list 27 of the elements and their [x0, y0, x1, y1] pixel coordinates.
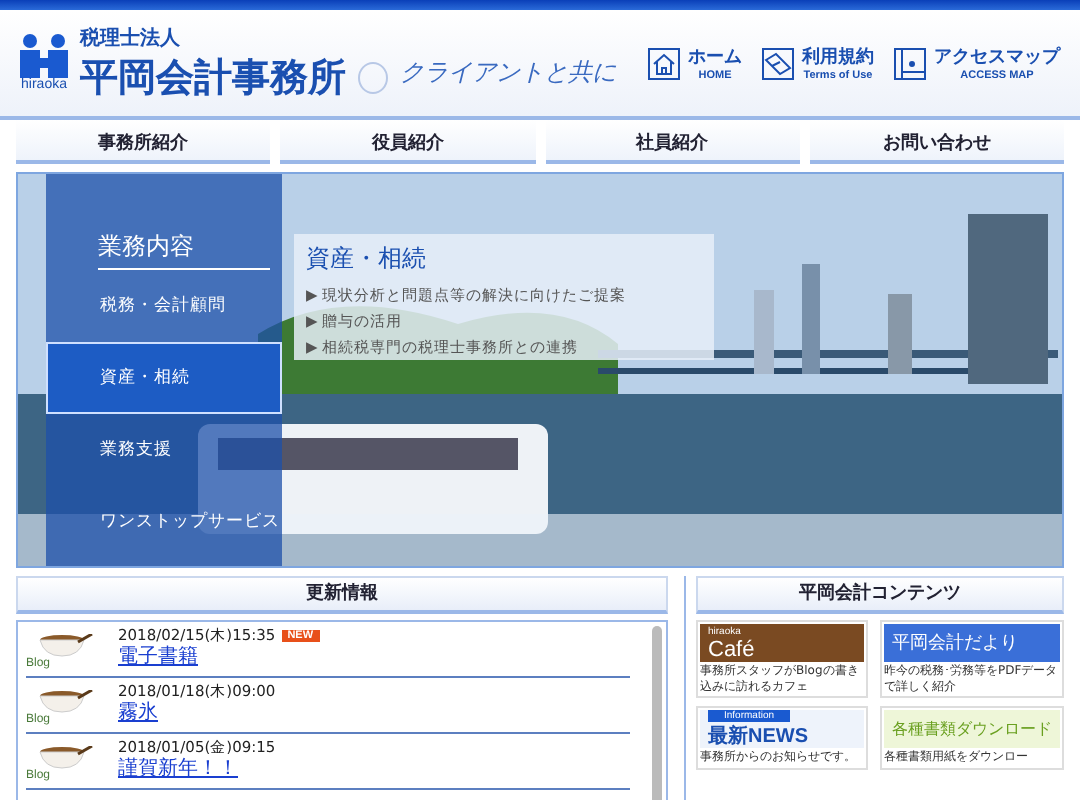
- service-menu-item[interactable]: 税務・会計顧問: [46, 270, 282, 342]
- coffee-cup-icon: [38, 634, 94, 658]
- ring-icon: [358, 61, 388, 93]
- banner-title: 各種書類ダウンロード: [892, 718, 1052, 740]
- section-title: 平岡会計コンテンツ: [696, 576, 1064, 614]
- house-icon: [648, 47, 680, 79]
- firm-type: 税理士法人: [80, 25, 182, 51]
- document-icon: [762, 47, 794, 79]
- banner-title: 平岡会計だより: [892, 630, 1020, 656]
- firm-name: 平岡会計事務所: [80, 53, 346, 103]
- menu-title: 業務内容: [98, 230, 270, 270]
- post-link[interactable]: 謹賀新年！！: [118, 758, 276, 782]
- service-menu-item[interactable]: ワンストップサービス: [46, 486, 282, 558]
- service-menu-item[interactable]: 資産・相続: [46, 342, 282, 414]
- banner-title: 最新NEWS: [708, 722, 810, 748]
- service-menu-item[interactable]: 業務支援: [46, 414, 282, 486]
- logo-icon: [20, 34, 68, 78]
- banner-title: Café: [708, 637, 757, 661]
- post-link[interactable]: 電子書籍: [118, 646, 320, 670]
- post-link[interactable]: 霧氷: [118, 702, 276, 726]
- section-title: 更新情報: [16, 576, 668, 614]
- map-icon: [894, 47, 926, 79]
- detail-title: 資産・相続: [306, 242, 428, 276]
- coffee-cup-icon: [38, 690, 94, 714]
- scrollbar[interactable]: [652, 626, 662, 800]
- coffee-cup-icon: [38, 746, 94, 770]
- tagline: クライアントと共に: [400, 56, 616, 90]
